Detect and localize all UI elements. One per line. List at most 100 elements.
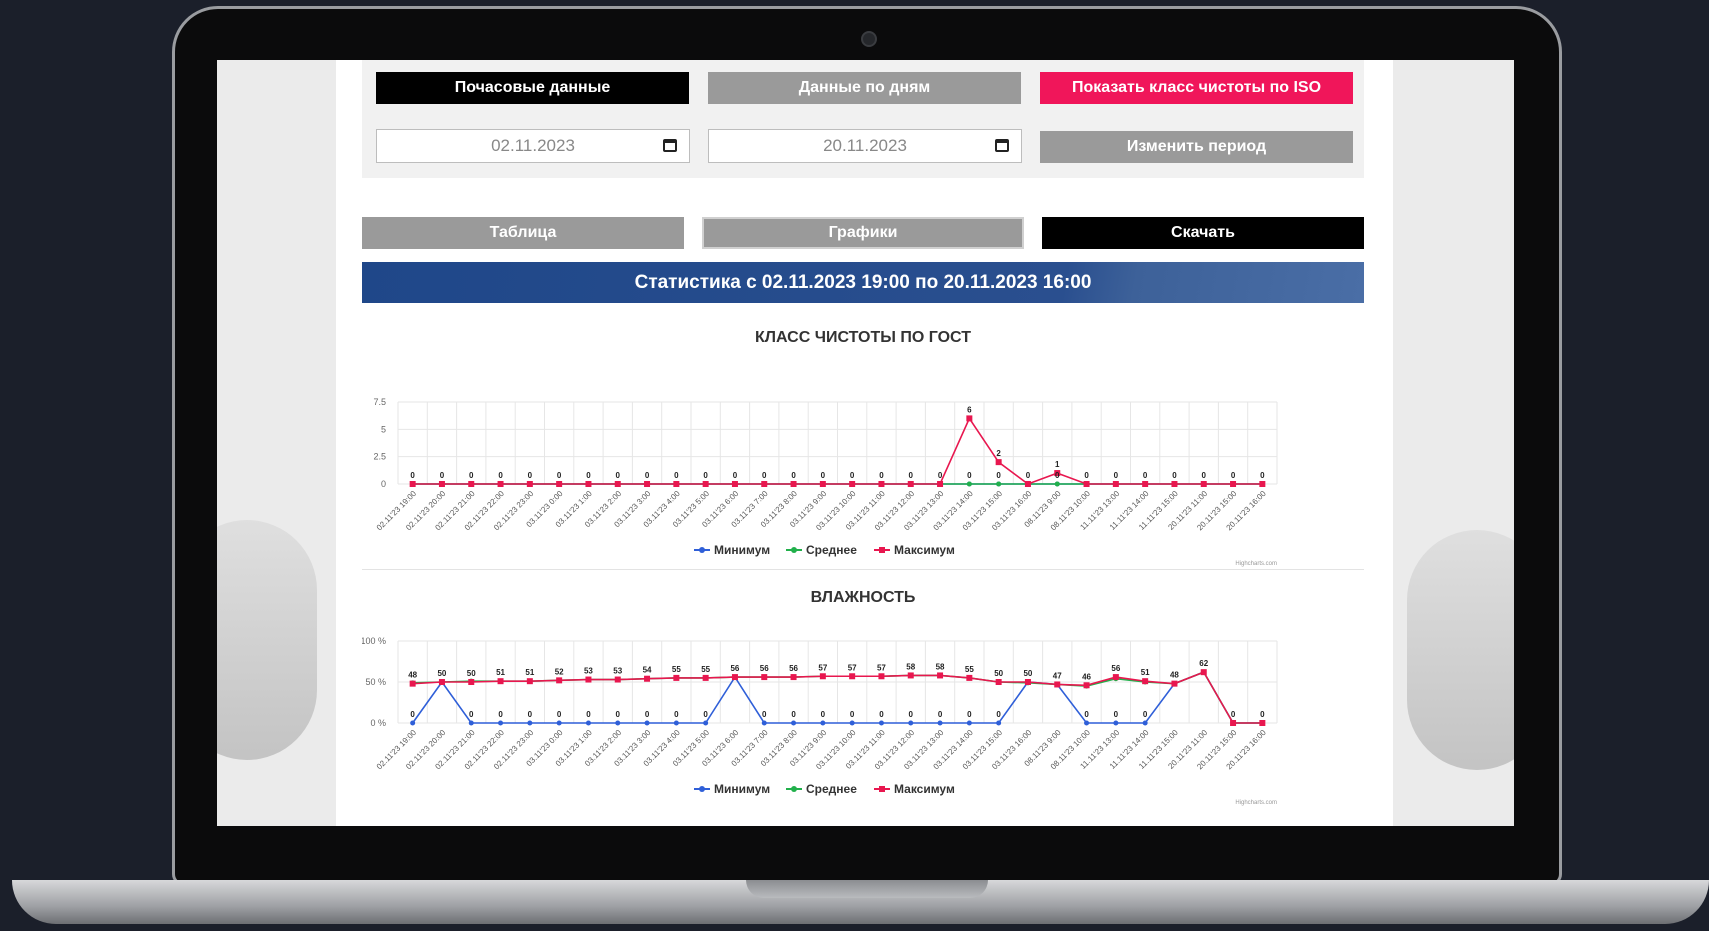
- data-label: 47: [1053, 671, 1062, 680]
- data-label: 0: [1231, 471, 1236, 480]
- data-label: 53: [584, 667, 593, 676]
- data-point: [556, 481, 563, 487]
- data-point: [1230, 720, 1237, 726]
- calendar-icon[interactable]: [663, 139, 677, 152]
- y-tick-label: 50 %: [365, 677, 386, 687]
- data-label: 57: [848, 663, 857, 672]
- data-label: 0: [1055, 471, 1060, 480]
- data-point: [1142, 678, 1149, 685]
- legend-label: Среднее: [806, 782, 857, 796]
- data-point: [1259, 720, 1266, 726]
- data-label: 55: [701, 665, 710, 674]
- data-point: [498, 720, 504, 726]
- data-point: [585, 720, 591, 726]
- data-point: [1200, 669, 1207, 676]
- data-label: 0: [703, 710, 708, 719]
- data-point: [1083, 481, 1090, 487]
- daily-data-button[interactable]: Данные по дням: [708, 72, 1021, 104]
- download-button[interactable]: Скачать: [1042, 217, 1364, 249]
- page: Почасовые данные Данные по дням Показать…: [336, 60, 1393, 826]
- data-point: [878, 673, 885, 680]
- data-point: [1230, 481, 1237, 487]
- data-point: [673, 720, 679, 726]
- chart-title: КЛАСС ЧИСТОТЫ ПО ГОСТ: [755, 329, 971, 346]
- y-tick-label: 2.5: [373, 452, 386, 462]
- legend-marker: [699, 547, 705, 553]
- data-point: [1084, 720, 1090, 726]
- data-point: [409, 680, 416, 687]
- background-image: [1407, 530, 1514, 770]
- data-label: 0: [498, 710, 503, 719]
- data-point: [673, 674, 680, 681]
- data-point: [644, 720, 650, 726]
- data-point: [497, 481, 504, 487]
- data-point: [819, 673, 826, 680]
- data-point: [468, 481, 475, 487]
- iso-class-button[interactable]: Показать класс чистоты по ISO: [1040, 72, 1353, 104]
- data-point: [614, 676, 621, 683]
- change-period-button[interactable]: Изменить период: [1040, 131, 1353, 163]
- data-point: [937, 720, 943, 726]
- data-point: [995, 459, 1002, 466]
- hourly-data-button[interactable]: Почасовые данные: [376, 72, 689, 104]
- legend-label: Максимум: [894, 782, 955, 796]
- data-label: 56: [730, 664, 739, 673]
- data-label: 0: [586, 471, 591, 480]
- data-point: [966, 415, 973, 422]
- data-label: 0: [703, 471, 708, 480]
- data-point: [702, 481, 709, 487]
- data-label: 0: [1143, 471, 1148, 480]
- data-label: 0: [733, 471, 738, 480]
- data-point: [526, 481, 533, 487]
- data-label: 0: [1172, 471, 1177, 480]
- data-point: [1171, 481, 1178, 487]
- data-point: [731, 674, 738, 681]
- data-label: 0: [938, 471, 943, 480]
- table-tab[interactable]: Таблица: [362, 217, 684, 249]
- chart-credits: Highcharts.com: [1235, 561, 1277, 567]
- data-label: 58: [936, 662, 945, 671]
- data-point: [702, 674, 709, 681]
- data-point: [849, 673, 856, 680]
- data-label: 0: [821, 710, 826, 719]
- data-label: 0: [1114, 710, 1119, 719]
- data-label: 6: [967, 405, 972, 414]
- data-label: 0: [938, 710, 943, 719]
- chart-credits: Highcharts.com: [1235, 800, 1277, 806]
- data-label: 0: [586, 710, 591, 719]
- legend-marker: [791, 786, 797, 792]
- data-point: [878, 481, 885, 487]
- data-label: 0: [967, 710, 972, 719]
- data-point: [497, 678, 504, 685]
- data-point: [908, 720, 914, 726]
- data-point: [1112, 481, 1119, 487]
- data-label: 50: [994, 669, 1003, 678]
- data-label: 46: [1082, 672, 1091, 681]
- charts-tab[interactable]: Графики: [702, 217, 1024, 249]
- data-label: 0: [528, 471, 533, 480]
- data-label: 2: [996, 449, 1001, 458]
- calendar-icon[interactable]: [995, 139, 1009, 152]
- data-label: 0: [791, 471, 796, 480]
- data-label: 58: [906, 662, 915, 671]
- data-label: 0: [469, 710, 474, 719]
- date-to-value: 20.11.2023: [823, 136, 907, 155]
- data-label: 0: [1202, 471, 1207, 480]
- data-point: [410, 720, 416, 726]
- data-point: [615, 720, 621, 726]
- data-point: [585, 676, 592, 683]
- data-label: 56: [760, 664, 769, 673]
- data-label: 0: [967, 471, 972, 480]
- date-from-input[interactable]: 02.11.2023: [376, 129, 690, 163]
- date-to-input[interactable]: 20.11.2023: [708, 129, 1022, 163]
- data-label: 0: [616, 471, 621, 480]
- data-label: 0: [821, 471, 826, 480]
- data-point: [849, 720, 855, 726]
- data-point: [761, 481, 768, 487]
- legend-label: Среднее: [806, 543, 857, 557]
- data-label: 0: [1143, 710, 1148, 719]
- data-point: [1024, 481, 1031, 487]
- data-label: 52: [555, 667, 564, 676]
- data-label: 62: [1199, 659, 1208, 668]
- data-label: 0: [1084, 471, 1089, 480]
